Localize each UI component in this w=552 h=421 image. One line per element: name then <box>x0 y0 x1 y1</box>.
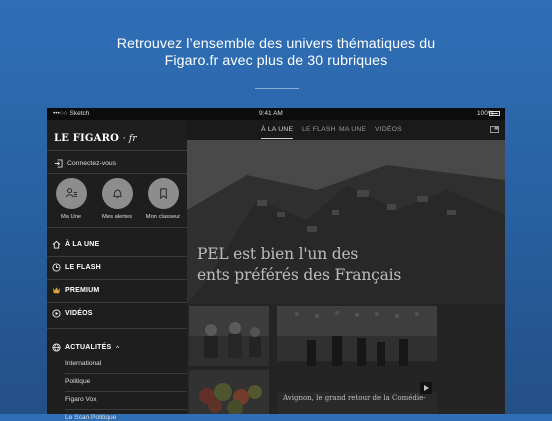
battery-icon <box>489 111 500 116</box>
nav-label: LE FLASH <box>65 264 101 271</box>
layout-toggle-icon[interactable] <box>490 126 499 133</box>
tab-bar: À LA UNE LE FLASH MA UNE VIDÉOS <box>187 120 505 140</box>
bell-icon <box>112 189 122 199</box>
hero-headline-line-2: ents préférés des Français <box>197 266 402 284</box>
nav-label: ACTUALITÉS <box>65 344 112 351</box>
shortcut-ma-une[interactable]: Ma Une <box>48 175 94 220</box>
promo-divider <box>255 88 299 89</box>
divider <box>65 409 187 410</box>
hero-headline-line-1: PEL est bien l'un des <box>197 245 359 263</box>
tab-ma-une[interactable]: MA UNE <box>339 126 366 133</box>
status-time: 9:41 AM <box>259 110 283 117</box>
tab-a-la-une[interactable]: À LA UNE <box>261 126 293 133</box>
subnav-item-le-scan-politique[interactable]: Le Scan Politique <box>65 414 116 421</box>
nav-item-videos[interactable]: VIDÉOS <box>47 303 187 325</box>
user-list-icon <box>65 188 77 198</box>
figaro-logo[interactable]: LE FIGARO · fr <box>54 133 137 144</box>
tab-videos[interactable]: VIDÉOS <box>375 126 402 133</box>
bookmark-icon <box>159 188 167 200</box>
connect-label: Connectez-vous <box>67 159 117 167</box>
chevron-up-icon: ^ <box>116 345 120 352</box>
nav-label: À LA UNE <box>65 241 100 248</box>
globe-icon <box>52 343 61 352</box>
nav-item-actualites[interactable]: ACTUALITÉS ^ <box>47 337 187 359</box>
promo-line-1: Retrouvez l’ensemble des univers thémati… <box>116 36 436 52</box>
shortcut-label: Mes alertes <box>102 214 132 220</box>
subnav-item-international[interactable]: International <box>65 360 101 367</box>
divider <box>65 391 187 392</box>
nav-label: PREMIUM <box>65 287 100 294</box>
home-icon <box>52 240 61 249</box>
divider <box>47 173 187 174</box>
shortcut-mes-alertes[interactable]: Mes alertes <box>94 175 140 220</box>
article-card[interactable] <box>189 370 269 414</box>
nav-item-premium[interactable]: PREMIUM <box>47 280 187 302</box>
logo-suffix: · fr <box>122 134 137 144</box>
shortcut-label: Mon classeur <box>145 214 181 220</box>
subnav-item-figaro-vox[interactable]: Figaro Vox <box>65 396 97 403</box>
status-bar: •••○○ Sketch 9:41 AM 100% <box>47 108 505 120</box>
promo-line-2: Figaro.fr avec plus de 30 rubriques <box>164 53 388 69</box>
divider <box>47 227 187 228</box>
clock-icon <box>52 263 61 272</box>
premium-icon <box>52 287 61 294</box>
video-article-card[interactable]: Avignon, le grand retour de la Comédie- <box>277 306 437 414</box>
nav-label: VIDÉOS <box>65 310 93 317</box>
main-content: PEL est bien l'un des ents préférés des … <box>187 120 505 414</box>
side-menu: LE FIGARO · fr Connectez-vous Ma Une Mes… <box>47 120 187 421</box>
divider <box>47 328 187 329</box>
divider <box>65 373 187 374</box>
article-card[interactable] <box>189 306 269 366</box>
hero-headline: PEL est bien l'un des ents préférés des … <box>197 244 505 286</box>
article-thumbnail <box>189 370 269 414</box>
video-icon <box>52 309 61 318</box>
tab-le-flash[interactable]: LE FLASH <box>302 126 336 133</box>
shortcut-label: Ma Une <box>60 214 82 220</box>
play-icon[interactable] <box>420 382 432 394</box>
shortcut-mon-classeur[interactable]: Mon classeur <box>140 175 186 220</box>
hero-article[interactable]: PEL est bien l'un des ents préférés des … <box>187 140 505 304</box>
divider <box>47 150 187 151</box>
carrier-signal: •••○○ Sketch <box>53 110 90 117</box>
nav-item-le-flash[interactable]: LE FLASH <box>47 257 187 279</box>
video-thumbnail <box>277 306 437 392</box>
logo-text: LE FIGARO <box>54 133 120 144</box>
connect-button[interactable]: Connectez-vous <box>54 156 116 170</box>
video-article-caption: Avignon, le grand retour de la Comédie- <box>283 394 426 402</box>
subnav-item-politique[interactable]: Politique <box>65 378 90 385</box>
tablet-screen: •••○○ Sketch 9:41 AM 100% LE FIGARO · fr… <box>47 108 505 421</box>
shortcut-row: Ma Une Mes alertes Mon classeur <box>47 175 187 230</box>
promo-header: Retrouvez l’ensemble des univers thémati… <box>0 0 552 110</box>
nav-item-a-la-une[interactable]: À LA UNE <box>47 234 187 256</box>
article-thumbnail <box>189 306 269 366</box>
active-tab-indicator <box>261 138 293 139</box>
login-icon <box>54 158 63 168</box>
